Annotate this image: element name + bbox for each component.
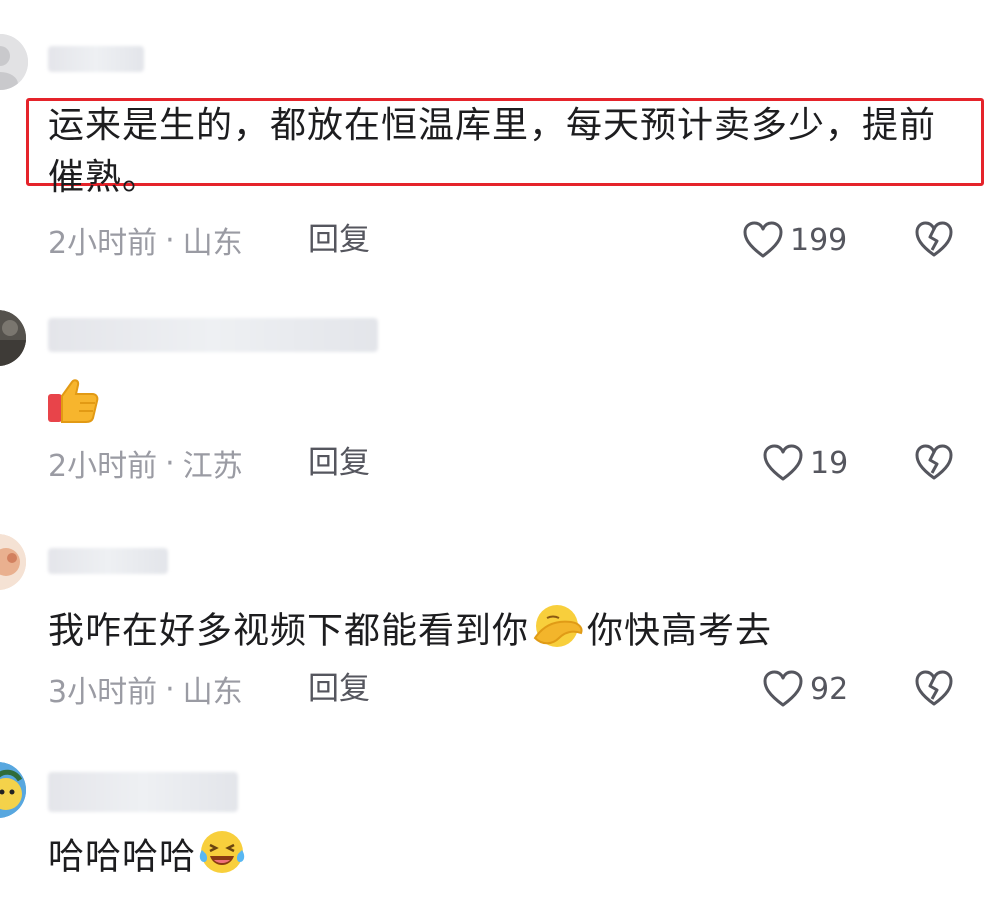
comment-text-part-2: 你快高考去: [587, 610, 773, 652]
like-button[interactable]: 19: [762, 441, 848, 485]
avatar-photo-icon: [0, 310, 26, 366]
username[interactable]: [48, 772, 238, 812]
like-button[interactable]: 92: [762, 667, 848, 711]
comment-location: 山东: [182, 226, 243, 261]
avatar[interactable]: [0, 762, 26, 818]
avatar[interactable]: [0, 34, 28, 90]
avatar-cartoon-icon: [0, 762, 26, 818]
comment-location: 江苏: [182, 449, 243, 484]
meta-separator: ·: [165, 222, 175, 258]
heart-icon: [763, 444, 803, 481]
broken-heart-icon[interactable]: [914, 669, 954, 709]
comment-time: 2小时前: [48, 226, 158, 261]
meta-separator: ·: [165, 671, 175, 707]
reply-button[interactable]: 回复: [308, 669, 370, 709]
comment-meta: 2小时前 · 江苏: [48, 443, 243, 485]
reply-button[interactable]: 回复: [308, 220, 370, 260]
comment-meta: 2小时前 · 山东: [48, 220, 243, 262]
comment-location: 山东: [182, 675, 243, 710]
comment-time: 3小时前: [48, 675, 158, 710]
broken-heart-icon[interactable]: [914, 220, 954, 260]
username[interactable]: [48, 318, 378, 352]
username[interactable]: [48, 46, 144, 72]
reply-button[interactable]: 回复: [308, 443, 370, 483]
comment-text: 哈哈哈哈: [48, 826, 248, 891]
heart-icon: [763, 670, 803, 707]
default-avatar-icon: [0, 34, 28, 90]
username[interactable]: [48, 548, 168, 574]
comment-text-part-1: 我咋在好多视频下都能看到你: [48, 610, 530, 652]
like-count: 19: [810, 445, 849, 481]
like-count: 92: [810, 671, 849, 707]
comment-text-part-1: 哈哈哈哈: [48, 836, 197, 878]
laughing-crying-emoji: [196, 826, 248, 891]
avatar[interactable]: [0, 310, 26, 366]
avatar-cartoon-icon: [0, 534, 26, 590]
like-count: 199: [790, 222, 848, 258]
meta-separator: ·: [165, 445, 175, 481]
comment-text: 运来是生的，都放在恒温库里，每天预计卖多少，提前催熟。: [48, 105, 937, 198]
comment-text: 我咋在好多视频下都能看到你 你快高考去: [48, 600, 772, 665]
comment-meta: 3小时前 · 山东: [48, 669, 243, 711]
avatar[interactable]: [0, 534, 26, 590]
heart-icon: [743, 221, 783, 258]
comment-time: 2小时前: [48, 449, 158, 484]
thumbs-up-emoji: [46, 376, 100, 430]
broken-heart-icon[interactable]: [914, 443, 954, 483]
like-button[interactable]: 199: [742, 218, 847, 262]
facepalm-emoji: [529, 600, 587, 665]
